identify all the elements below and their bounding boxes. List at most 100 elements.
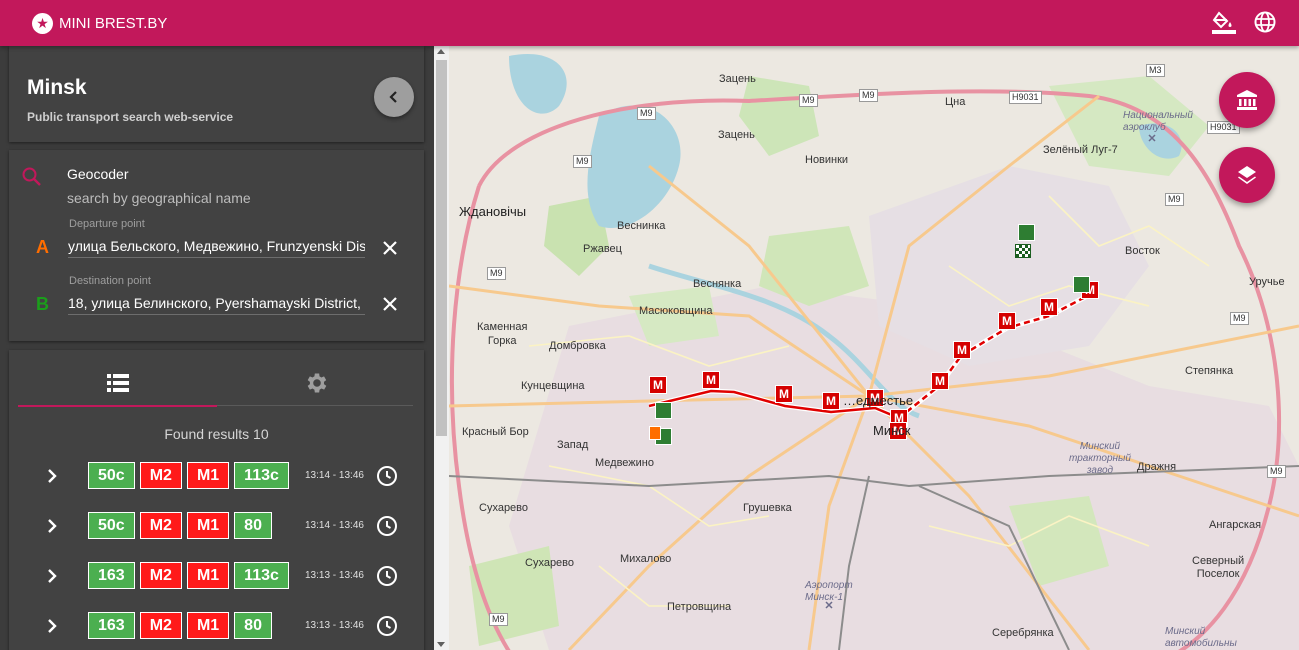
map-label: Кунцевщина [521,380,585,392]
service-subtitle: Public transport search web-service [27,110,234,124]
map-label: Дражня [1137,461,1177,473]
metro-route-badge: M2 [139,462,182,489]
departure-label: Departure point [69,218,145,230]
destination-input[interactable] [68,291,365,315]
result-row[interactable]: 163 M2 M1 80 13:13 - 13:46 [9,608,424,644]
chevron-right-icon[interactable] [43,567,61,585]
geocoder-hint: search by geographical name [67,190,251,206]
metro-route-badge: M1 [186,512,230,539]
route-badges: 50с M2 M1 80 [88,512,272,539]
map-label: Цна [945,96,966,108]
metro-station-icon[interactable]: M [931,372,949,390]
bus-route-badge: 163 [88,612,135,639]
result-row[interactable]: 50с M2 M1 113с 13:14 - 13:46 [9,458,424,494]
clock-icon[interactable] [375,564,399,588]
scroll-up-icon[interactable] [437,49,445,54]
destination-marker-icon: B [36,294,49,314]
collapse-sidebar-button[interactable] [374,77,414,117]
map-label: Зелёный Луг-7 [1043,144,1118,156]
metro-route-badge: M1 [186,612,230,639]
tab-settings[interactable] [217,360,416,406]
map-label: Ждановічы [459,204,527,219]
metro-route-badge: M1 [186,462,230,489]
layers-button[interactable] [1219,147,1275,203]
route-badges: 163 M2 M1 80 [88,612,272,639]
map-label: Домбровка [549,340,606,352]
search-icon[interactable] [21,166,43,188]
paint-bucket-icon[interactable] [1211,10,1237,36]
map-label: Ржавец [583,243,622,255]
metro-station-icon[interactable]: M [822,392,840,410]
road-shield: M9 [859,89,878,102]
map-label: Аэропорт Минск-1 [805,580,853,603]
clock-icon[interactable] [375,514,399,538]
scroll-down-icon[interactable] [437,642,445,647]
road-shield: M9 [637,107,656,120]
museum-icon [1237,90,1257,110]
map-label: Медвежино [595,457,654,469]
results-card: Found results 10 50с M2 M1 113с 13:14 - 13:4… [9,350,424,650]
departure-input[interactable] [68,234,365,258]
map-label: Новинки [805,154,849,166]
museum-button[interactable] [1219,72,1275,128]
bus-route-badge: 50с [88,462,135,489]
gear-icon [307,373,326,393]
layers-icon [1238,166,1256,184]
bus-route-badge: 50с [88,512,135,539]
bus-stop-icon[interactable] [655,402,672,419]
road-shield: M9 [799,94,818,107]
bus-route-badge: 163 [88,562,135,589]
departure-marker-icon: A [36,237,49,257]
map-view[interactable]: MMMMMMMMMMMM Зацень Зацень Цна Новинки З… [449,46,1299,650]
road-shield: M9 [1230,312,1249,325]
clear-destination-icon[interactable] [380,294,400,314]
globe-icon[interactable] [1253,10,1277,36]
map-label: Сухарево [479,502,529,514]
map-label: Серебрянка [992,627,1054,639]
map-label: Масюковщина [639,305,713,317]
scroll-thumb[interactable] [436,60,447,436]
clock-icon[interactable] [375,464,399,488]
bus-stop-icon[interactable] [1018,224,1035,241]
start-flag-icon[interactable] [649,426,661,440]
map-label: Грушевка [743,502,792,514]
road-shield: M9 [1165,193,1184,206]
metro-station-icon[interactable]: M [953,341,971,359]
brand-link[interactable]: ★ MINI BREST.BY [32,12,167,34]
map-label: Зацень [718,129,755,141]
map-label: …едместье [843,393,914,408]
chevron-left-icon [389,91,397,103]
metro-route-badge: M2 [139,612,182,639]
sidebar-scrollbar[interactable] [434,46,449,650]
finish-flag-icon[interactable] [1015,244,1031,258]
metro-station-icon[interactable]: M [1040,298,1058,316]
metro-station-icon[interactable]: M [775,385,793,403]
road-shield: M9 [489,613,508,626]
metro-station-icon[interactable]: M [998,312,1016,330]
map-label: Минск [873,423,911,438]
metro-route-badge: M1 [186,562,230,589]
bus-route-badge: 80 [234,512,272,539]
bus-stop-icon[interactable] [1073,276,1090,293]
map-label: Национальный аэроклуб [1123,110,1193,133]
destination-label: Destination point [69,275,151,287]
result-row[interactable]: 50с M2 M1 80 13:14 - 13:46 [9,508,424,544]
list-icon [106,374,129,392]
bus-route-badge: 113с [234,462,289,489]
map-label: Веснянка [693,278,742,290]
trip-time: 13:14 - 13:46 [305,470,364,481]
chevron-right-icon[interactable] [43,517,61,535]
clock-icon[interactable] [375,614,399,638]
result-row[interactable]: 163 M2 M1 113с 13:13 - 13:46 [9,558,424,594]
metro-station-icon[interactable]: M [649,376,667,394]
sidebar-panel: Minsk Public transport search web-servic… [0,46,434,650]
map-label: Веснинка [617,220,666,232]
tab-list[interactable] [18,360,217,407]
chevron-right-icon[interactable] [43,617,61,635]
metro-station-icon[interactable]: M [702,371,720,389]
chevron-right-icon[interactable] [43,467,61,485]
map-label: Уручье [1249,276,1285,288]
geocoder-title: Geocoder [67,166,129,182]
clear-departure-icon[interactable] [380,238,400,258]
results-count: Found results 10 [164,426,269,442]
